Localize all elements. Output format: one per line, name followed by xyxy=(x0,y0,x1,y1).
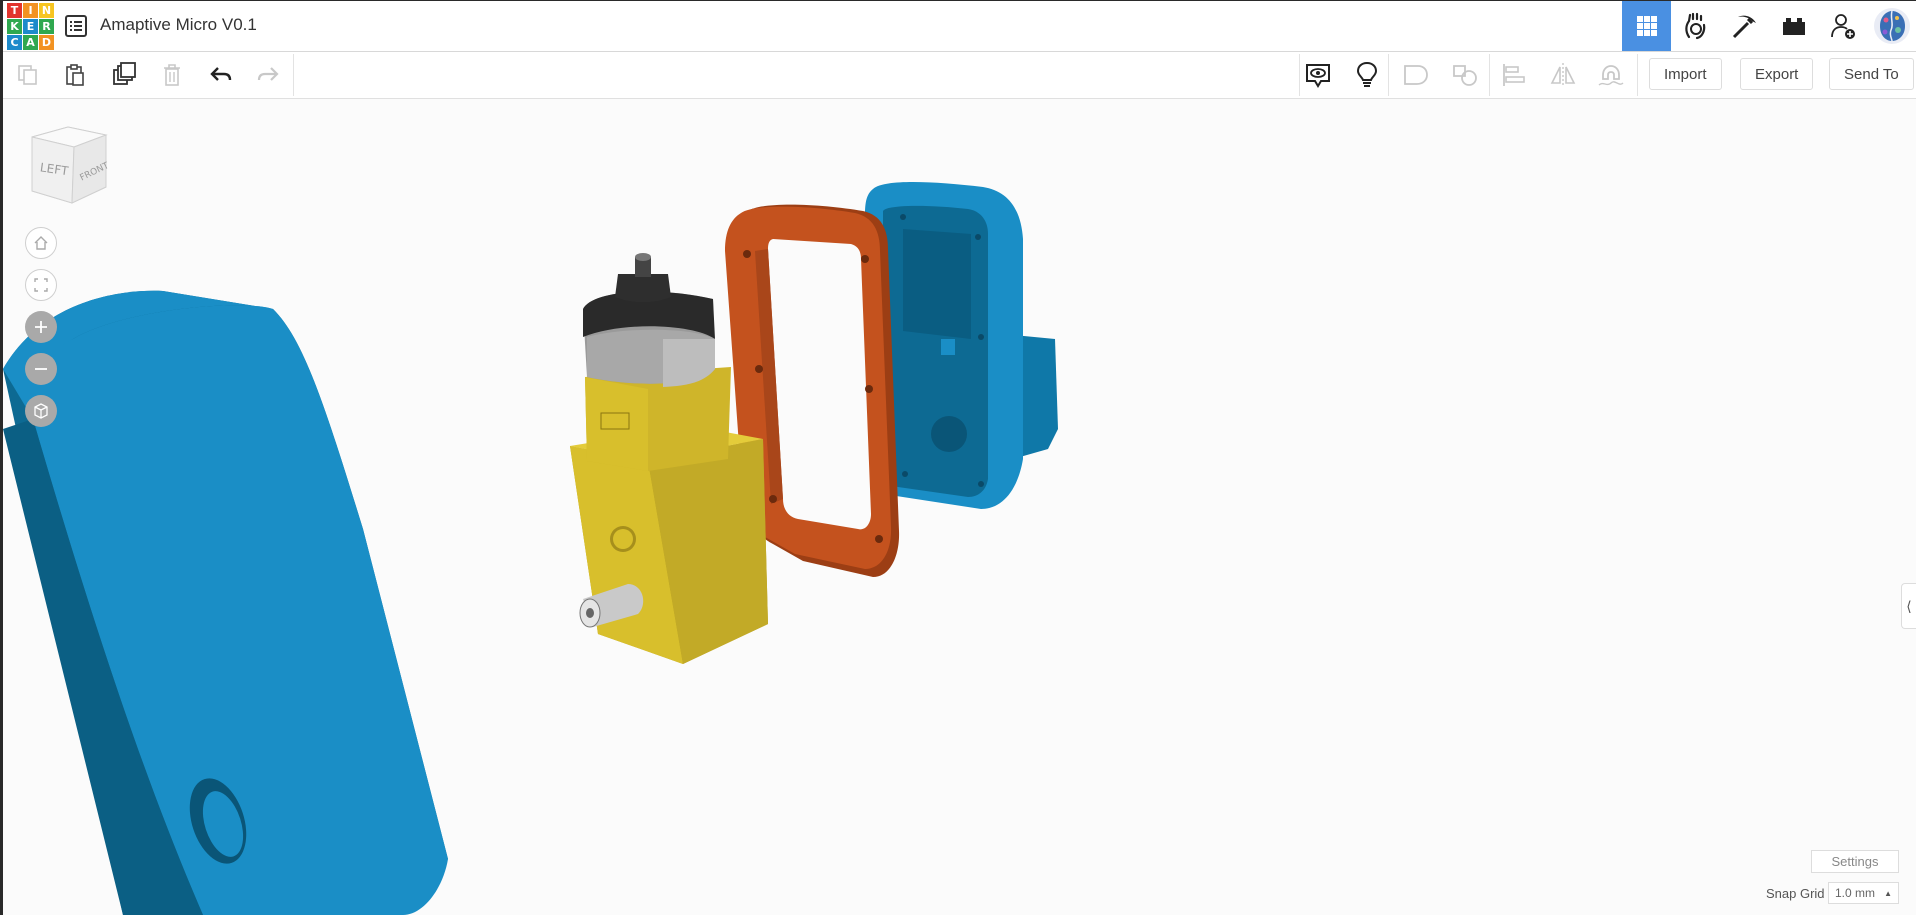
view-cube[interactable]: LEFT FRONT xyxy=(28,125,111,214)
undo-icon[interactable] xyxy=(206,60,236,90)
snap-grid-select[interactable]: 1.0 mm ▲ xyxy=(1828,882,1899,904)
align-icon[interactable] xyxy=(1499,60,1529,90)
tinkercad-logo[interactable]: T I N K E R C A D xyxy=(7,3,54,50)
edit-toolbar: Import Export Send To xyxy=(3,52,1916,99)
redo-icon[interactable] xyxy=(253,60,283,90)
chevron-left-icon: ⟨ xyxy=(1906,597,1912,614)
logo-letter: A xyxy=(23,35,38,50)
toolbar-divider xyxy=(1637,54,1638,96)
zoom-in-icon[interactable] xyxy=(25,311,57,343)
home-view-icon[interactable] xyxy=(25,227,57,259)
profile-avatar[interactable] xyxy=(1867,1,1916,51)
zoom-out-icon[interactable] xyxy=(25,353,57,385)
logo-letter: I xyxy=(23,3,38,18)
mirror-icon[interactable] xyxy=(1548,60,1578,90)
toolbar-divider xyxy=(1388,54,1389,96)
toolbar-divider xyxy=(1299,54,1300,96)
send-to-button[interactable]: Send To xyxy=(1829,58,1914,90)
paste-icon[interactable] xyxy=(60,60,90,90)
delete-icon[interactable] xyxy=(157,60,187,90)
duplicate-icon[interactable] xyxy=(109,60,139,90)
snap-grid-label: Snap Grid xyxy=(1766,886,1825,901)
toolbar-divider xyxy=(293,54,294,96)
logo-letter: C xyxy=(7,35,22,50)
logo-letter: R xyxy=(39,19,54,34)
workplane-viewport[interactable]: LEFT FRONT ⟨ xyxy=(3,99,1916,915)
caret-up-icon: ▲ xyxy=(1884,889,1892,898)
snap-grid-value: 1.0 mm xyxy=(1835,886,1876,900)
logo-letter: N xyxy=(39,3,54,18)
toolbar-divider xyxy=(1489,54,1490,96)
hand-sim-icon[interactable] xyxy=(1671,1,1720,51)
hint-lightbulb-icon[interactable] xyxy=(1352,60,1382,90)
ungroup-icon[interactable] xyxy=(1450,60,1480,90)
grid-view-icon[interactable] xyxy=(1622,1,1671,51)
fit-view-icon[interactable] xyxy=(25,269,57,301)
perspective-icon[interactable] xyxy=(25,395,57,427)
import-button[interactable]: Import xyxy=(1649,58,1722,90)
brick-icon[interactable] xyxy=(1769,1,1818,51)
logo-letter: E xyxy=(23,19,38,34)
add-user-icon[interactable] xyxy=(1818,1,1867,51)
group-icon[interactable] xyxy=(1401,60,1431,90)
logo-letter: K xyxy=(7,19,22,34)
3d-scene[interactable] xyxy=(3,99,1916,915)
cruise-magnet-icon[interactable] xyxy=(1596,60,1626,90)
blue-arm-part[interactable] xyxy=(3,290,449,915)
design-title[interactable]: Amaptive Micro V0.1 xyxy=(100,15,257,35)
settings-button[interactable]: Settings xyxy=(1811,850,1899,873)
logo-letter: T xyxy=(7,3,22,18)
top-bar: T I N K E R C A D Amaptive Micro V0.1 xyxy=(3,1,1916,52)
logo-letter: D xyxy=(39,35,54,50)
top-right-controls xyxy=(1622,1,1916,51)
notes-visibility-icon[interactable] xyxy=(1303,60,1333,90)
side-panel-toggle[interactable]: ⟨ xyxy=(1901,583,1916,629)
pickaxe-icon[interactable] xyxy=(1720,1,1769,51)
design-list-icon[interactable] xyxy=(65,15,87,37)
copy-icon[interactable] xyxy=(13,60,43,90)
export-button[interactable]: Export xyxy=(1740,58,1814,90)
